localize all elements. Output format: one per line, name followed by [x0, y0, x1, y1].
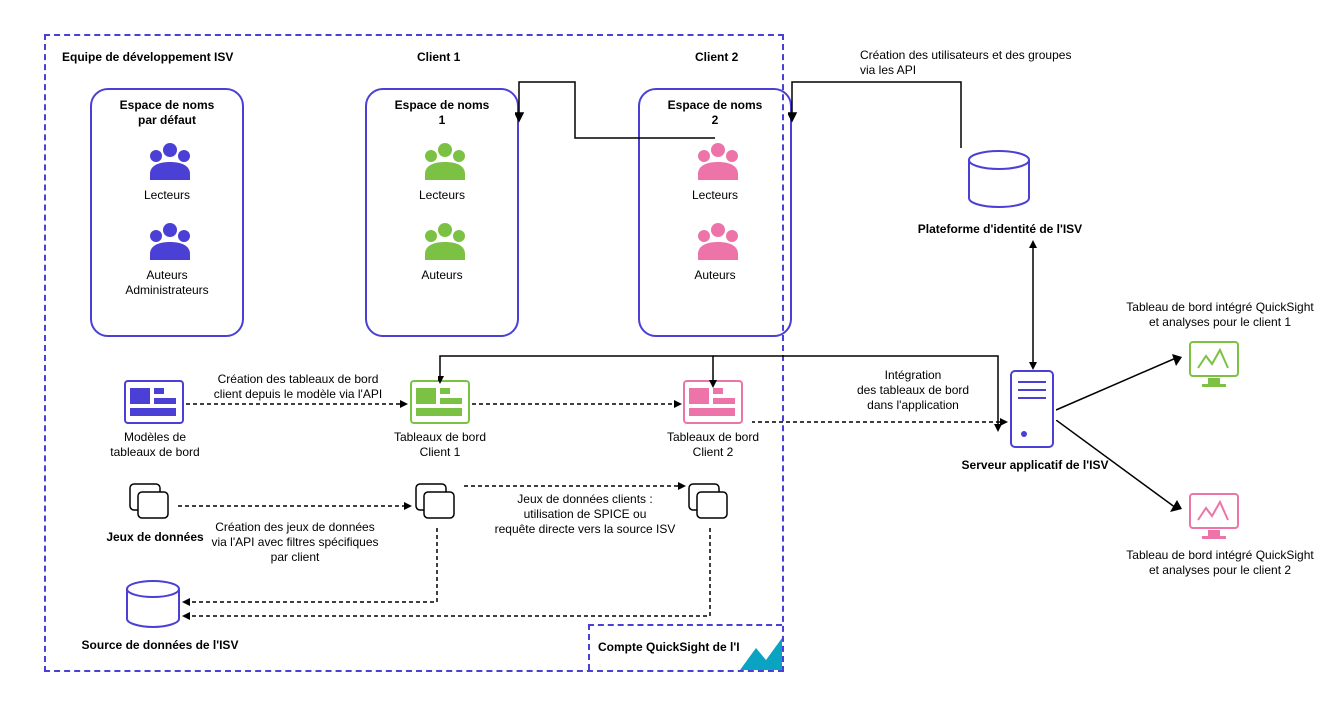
dashed-arrow-ds-c2 — [464, 480, 688, 492]
authors-icon-2 — [690, 220, 746, 260]
authors-icon-default — [142, 220, 198, 260]
readers-icon-default — [142, 140, 198, 180]
datasets-c2-icon — [687, 482, 735, 524]
embedded-c1-icon — [1186, 338, 1242, 388]
quicksight-logo-icon — [740, 628, 782, 670]
embedded-c2-label: Tableau de bord intégré QuickSight et an… — [1120, 548, 1320, 578]
client2-header: Client 2 — [695, 50, 738, 64]
client1-header: Client 1 — [417, 50, 460, 64]
dashed-arrow-models-c1 — [186, 398, 410, 410]
ns1-readers: Lecteurs — [367, 188, 517, 203]
dashboard-models-icon — [124, 380, 184, 424]
arrow-server-embed-c1 — [1056, 350, 1186, 420]
ns1-authors: Auteurs — [367, 268, 517, 283]
line-identity-server — [1027, 240, 1039, 370]
namespace-default: Espace de noms par défaut Lecteurs Auteu… — [90, 88, 244, 337]
dashboard-c2-label: Tableaux de bord Client 2 — [653, 430, 773, 460]
server-icon — [1010, 370, 1054, 448]
dashed-line-c2-source — [182, 528, 716, 620]
datasets-c1-icon — [414, 482, 462, 524]
dashed-arrow-ds-c1 — [178, 500, 414, 512]
identity-db-icon — [964, 150, 1034, 210]
isv-datasource-label: Source de données de l'ISV — [70, 638, 250, 653]
embedded-c2-icon — [1186, 490, 1242, 540]
ns1-title2: 1 — [439, 113, 446, 127]
identity-creation-text: Création des utilisateurs et des groupes… — [860, 48, 1120, 78]
dashed-arrow-server-qs — [744, 416, 1010, 428]
arrow-identity-ns1-branch — [515, 78, 715, 148]
namespace-1: Espace de noms 1 Lecteurs Auteurs — [365, 88, 519, 337]
qs-account-label: Compte QuickSight de l'ISV — [598, 640, 756, 654]
isv-team-header: Equipe de développement ISV — [62, 50, 233, 64]
arrow-server-embed-c2 — [1056, 420, 1186, 520]
ns-default-title2: par défaut — [138, 113, 196, 127]
ns-default-title1: Espace de noms — [120, 98, 215, 112]
isv-datasource-icon — [124, 580, 182, 630]
dashboard-models-label: Modèles de tableaux de bord — [90, 430, 220, 460]
arrow-identity-to-ns2 — [788, 78, 964, 148]
ns2-authors: Auteurs — [640, 268, 790, 283]
ns-default-readers: Lecteurs — [92, 188, 242, 203]
identity-platform-label: Plateforme d'identité de l'ISV — [900, 222, 1100, 237]
embedded-c1-label: Tableau de bord intégré QuickSight et an… — [1120, 300, 1320, 330]
dashboard-c1-label: Tableaux de bord Client 1 — [380, 430, 500, 460]
readers-icon-1 — [417, 140, 473, 180]
ns-default-authors: Auteurs Administrateurs — [92, 268, 242, 298]
ns1-title1: Espace de noms — [395, 98, 490, 112]
authors-icon-1 — [417, 220, 473, 260]
datasets-isv-icon — [128, 482, 176, 524]
ns2-readers: Lecteurs — [640, 188, 790, 203]
